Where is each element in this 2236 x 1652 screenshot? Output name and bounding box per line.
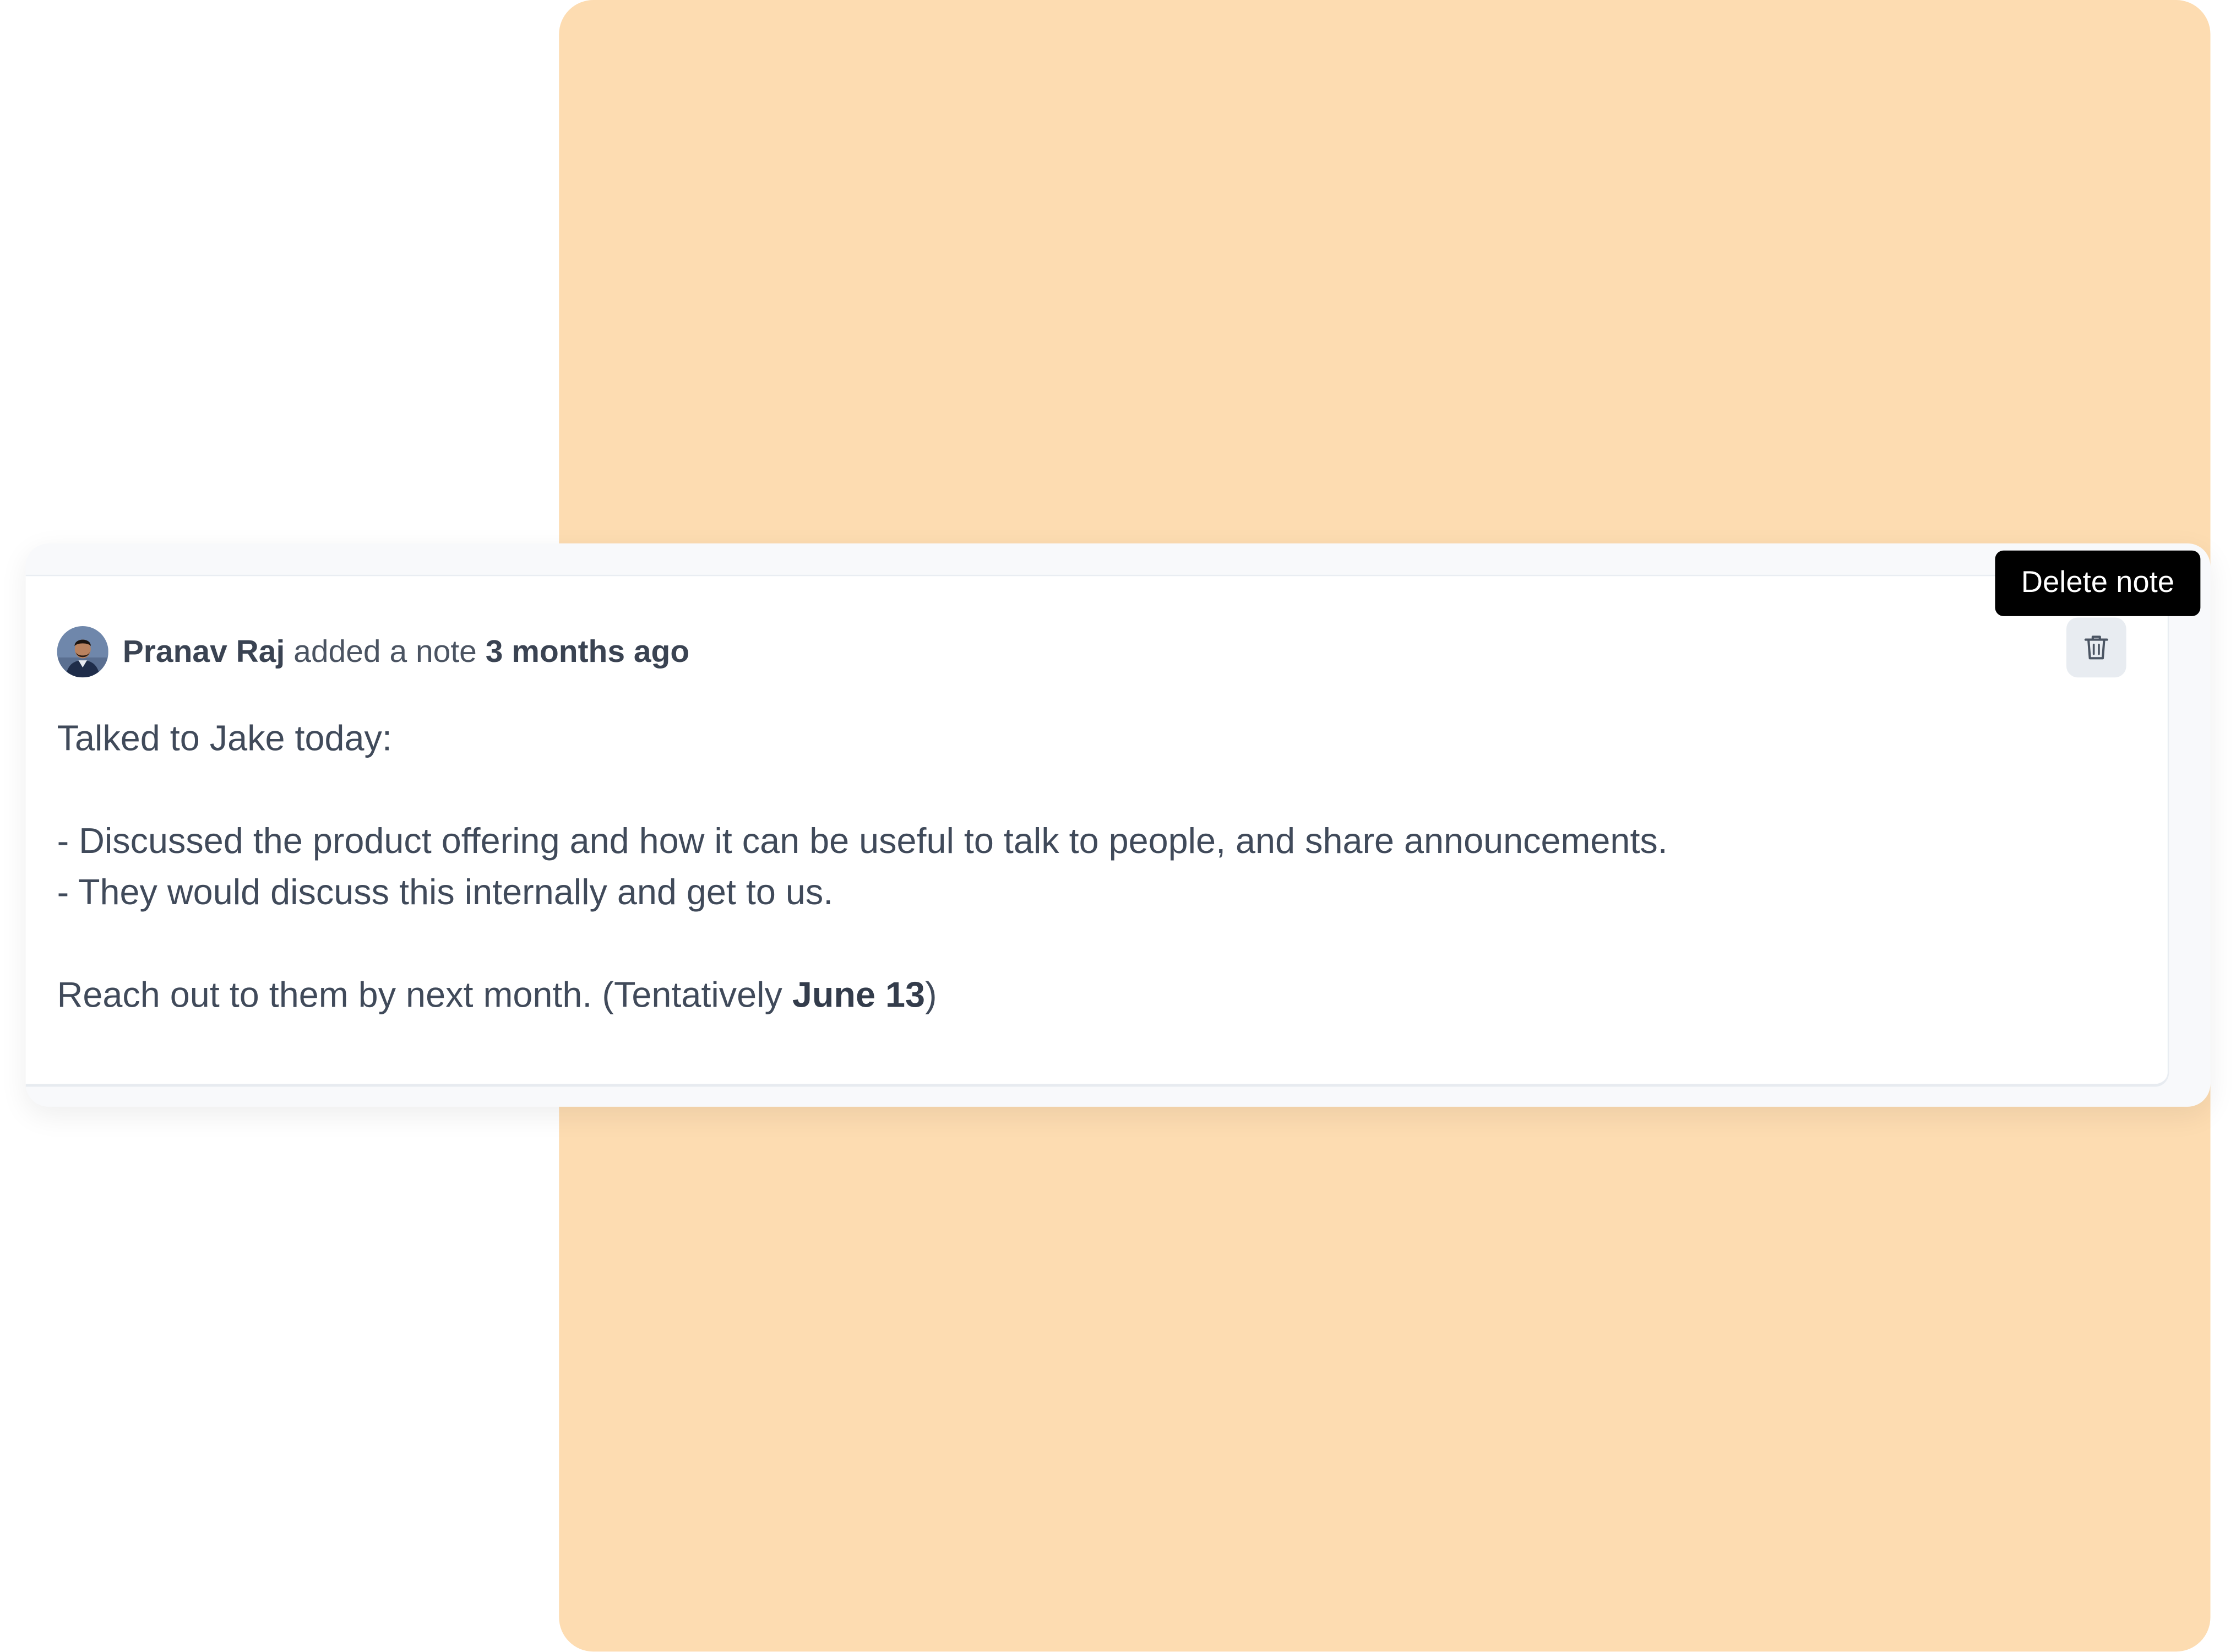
note-body: Talked to Jake today: - Discussed the pr… <box>57 713 2111 1021</box>
note-action: added a note <box>293 633 477 669</box>
note-time: 3 months ago <box>485 633 690 669</box>
note-reminder: Reach out to them by next month. (Tentat… <box>57 970 2111 1021</box>
note-header: Pranav Raj added a note 3 months ago <box>57 624 690 678</box>
avatar[interactable] <box>57 626 108 678</box>
reminder-date: June 13 <box>792 975 926 1016</box>
delete-note-tooltip: Delete note <box>1995 550 2201 616</box>
user-avatar-icon <box>57 626 108 678</box>
note-meta: Pranav Raj added a note 3 months ago <box>123 633 689 670</box>
reminder-suffix: ) <box>925 975 937 1016</box>
reminder-text: Reach out to them by next month. (Tentat… <box>57 975 792 1016</box>
trash-icon <box>2084 635 2108 660</box>
note-card: Pranav Raj added a note 3 months ago Tal… <box>25 574 2169 1087</box>
note-bullet: - They would discuss this internally and… <box>57 873 834 913</box>
note-bullet: - Discussed the product offering and how… <box>57 821 1668 862</box>
note-line: Talked to Jake today: <box>57 719 392 759</box>
note-author[interactable]: Pranav Raj <box>123 633 285 669</box>
canvas: Pranav Raj added a note 3 months ago Tal… <box>0 0 2236 1652</box>
note-container: Pranav Raj added a note 3 months ago Tal… <box>25 543 2211 1107</box>
delete-note-button[interactable] <box>2066 617 2126 678</box>
